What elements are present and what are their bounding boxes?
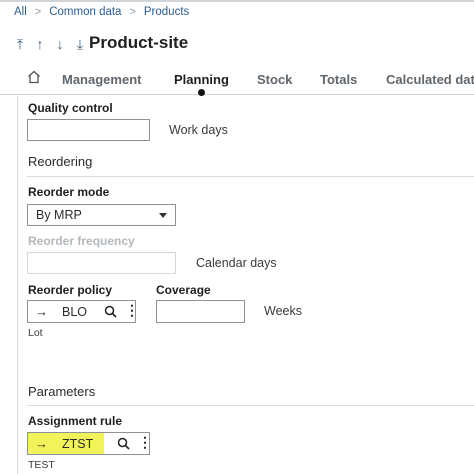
tab-totals[interactable]: Totals: [320, 72, 357, 87]
chevron-down-icon: [159, 213, 167, 218]
search-icon[interactable]: [117, 437, 130, 450]
tab-stock[interactable]: Stock: [257, 72, 292, 87]
reorder-mode-select[interactable]: By MRP: [27, 204, 176, 226]
assignment-rule-description: TEST: [28, 459, 55, 471]
reorder-frequency-label: Reorder frequency: [28, 234, 135, 248]
quality-control-input[interactable]: [27, 119, 150, 141]
active-tab-indicator: [198, 89, 205, 96]
reorder-policy-description: Lot: [28, 327, 43, 339]
breadcrumb-common-data[interactable]: Common data: [49, 6, 121, 18]
top-border: [0, 0, 474, 2]
chevron-right-icon: >: [129, 6, 136, 18]
more-options-icon[interactable]: ⋮: [125, 302, 139, 319]
section-divider: [27, 405, 474, 406]
reorder-frequency-unit: Calendar days: [196, 256, 277, 270]
reorder-mode-label: Reorder mode: [28, 185, 110, 199]
arrow-right-icon[interactable]: →: [35, 304, 48, 319]
tab-planning[interactable]: Planning: [174, 72, 229, 87]
arrow-right-icon[interactable]: →: [35, 436, 48, 451]
coverage-unit: Weeks: [264, 304, 302, 318]
reorder-frequency-input: [27, 252, 176, 274]
parameters-section-title: Parameters: [28, 384, 96, 399]
reorder-policy-value: BLO: [62, 305, 88, 319]
reordering-section-title: Reordering: [28, 154, 93, 169]
home-icon[interactable]: [27, 70, 41, 84]
reorder-mode-value: By MRP: [36, 208, 82, 222]
first-record-icon[interactable]: ⤒: [14, 36, 26, 53]
coverage-input[interactable]: [156, 300, 245, 323]
content-left-rule: [17, 96, 18, 474]
section-divider: [27, 176, 474, 177]
reorder-policy-field[interactable]: → BLO ⋮: [27, 300, 139, 323]
page-title: Product-site: [89, 33, 189, 52]
record-navigation: ⤒ ↑ ↓ ⤓: [14, 36, 86, 53]
previous-record-icon[interactable]: ↑: [34, 36, 46, 53]
breadcrumb-all[interactable]: All: [14, 6, 27, 18]
quality-control-label: Quality control: [28, 101, 113, 115]
next-record-icon[interactable]: ↓: [54, 36, 66, 53]
assignment-rule-value: ZTST: [62, 437, 94, 451]
more-options-icon[interactable]: ⋮: [138, 434, 152, 451]
breadcrumb-products[interactable]: Products: [144, 6, 189, 18]
reorder-policy-label: Reorder policy: [28, 283, 113, 297]
coverage-label: Coverage: [156, 283, 211, 297]
breadcrumb: All > Common data > Products: [14, 6, 189, 18]
last-record-icon[interactable]: ⤓: [74, 36, 86, 53]
assignment-rule-field[interactable]: → ZTST ⋮: [27, 432, 152, 455]
assignment-rule-label: Assignment rule: [28, 414, 123, 428]
tab-management[interactable]: Management: [62, 72, 141, 87]
quality-control-unit: Work days: [169, 123, 228, 137]
search-icon[interactable]: [104, 305, 117, 318]
chevron-right-icon: >: [34, 6, 42, 18]
tab-calculated-data[interactable]: Calculated dat: [386, 72, 474, 87]
